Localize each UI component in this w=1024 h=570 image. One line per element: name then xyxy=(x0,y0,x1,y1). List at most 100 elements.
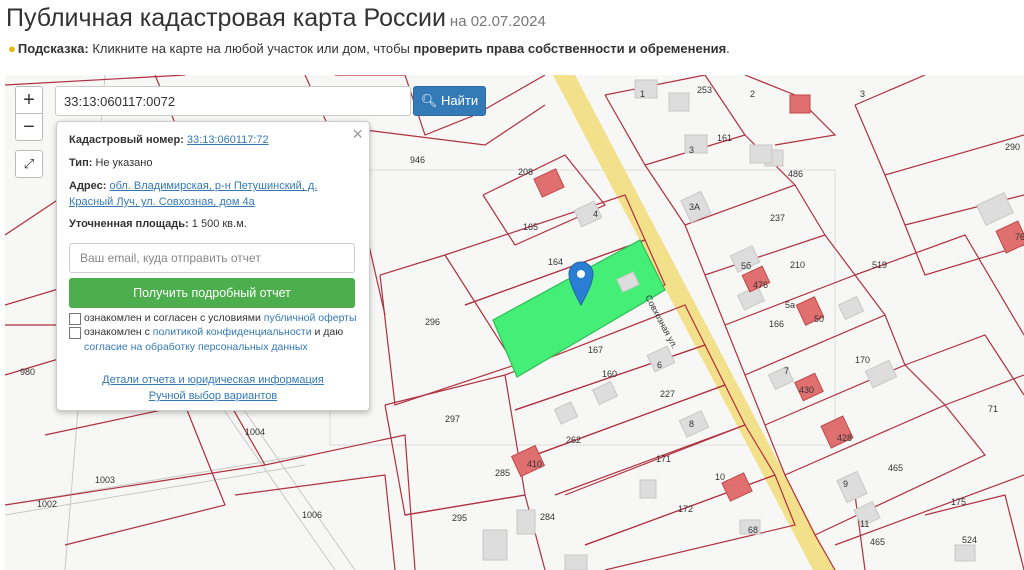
parcel-number-label: 6 xyxy=(657,360,662,370)
area-label: Уточненная площадь: xyxy=(69,218,189,230)
parcel-number-label: 10 xyxy=(715,472,725,482)
search-button[interactable]: 🔍︎ Найти xyxy=(413,86,486,116)
manual-row: Ручной выбор вариантов xyxy=(57,390,369,402)
offer-checkbox[interactable] xyxy=(69,313,81,325)
parcel-number-label: 5а xyxy=(785,300,795,310)
details-link[interactable]: Детали отчета и юридическая информация xyxy=(102,374,324,386)
consent-privacy: ознакомлен с политикой конфиденциальност… xyxy=(84,326,343,338)
parcel-number-label: 476 xyxy=(753,280,768,290)
parcel-number-label: 284 xyxy=(540,512,555,522)
cadastral-label: Кадастровый номер: xyxy=(69,134,184,146)
details-row: Детали отчета и юридическая информация xyxy=(57,374,369,386)
address-row-2: Красный Луч, ул. Совхозная, дом 4а xyxy=(69,196,255,208)
parcel-number-label: 519 xyxy=(872,260,887,270)
parcel-number-label: 3 xyxy=(860,89,865,99)
parcel-number-label: 208 xyxy=(518,167,533,177)
parcel-number-label: 170 xyxy=(855,355,870,365)
hint-bold: проверить права собственности и обремене… xyxy=(413,41,727,56)
area-row: Уточненная площадь: 1 500 кв.м. xyxy=(69,218,247,230)
parcel-number-label: 980 xyxy=(20,367,35,377)
zoom-out-button[interactable]: − xyxy=(15,113,43,141)
parcel-number-label: 430 xyxy=(799,385,814,395)
personal-data-consent-link[interactable]: согласие на обработку персональных данны… xyxy=(84,341,308,353)
close-icon[interactable]: × xyxy=(352,124,363,145)
parcel-number-label: 297 xyxy=(445,414,460,424)
cadastral-search-input[interactable] xyxy=(55,86,411,116)
zoom-in-button[interactable]: + xyxy=(15,86,43,114)
parcel-number-label: 465 xyxy=(870,537,885,547)
cadastral-row: Кадастровый номер: 33:13:060117:72 xyxy=(69,134,269,146)
consent-privacy-tail: и даю xyxy=(311,326,344,338)
page-title-text: Публичная кадастровая карта России xyxy=(6,4,446,32)
parcel-number-label: 3 xyxy=(689,145,694,155)
parcel-number-label: 290 xyxy=(1005,142,1020,152)
parcel-number-label: 11 xyxy=(860,519,869,529)
hint-text: Кликните на карте на любой участок или д… xyxy=(88,41,414,56)
parcel-number-label: 9 xyxy=(843,479,848,489)
parcel-number-label: 1004 xyxy=(245,427,265,437)
consent-offer-text: ознакомлен и согласен с условиями xyxy=(84,312,264,324)
consent-offer: ознакомлен и согласен с условиями публич… xyxy=(84,312,357,324)
parcel-number-label: 295 xyxy=(452,513,467,523)
type-value: Не указано xyxy=(95,157,153,169)
consent-privacy-2: согласие на обработку персональных данны… xyxy=(84,341,308,353)
parcel-number-label: 171 xyxy=(656,454,671,464)
parcel-number-label: 2 xyxy=(750,89,755,99)
parcel-number-label: 167 xyxy=(588,345,603,355)
address-link-line1[interactable]: обл. Владимирская, р-н Петушинский, д. xyxy=(109,180,317,192)
get-report-button[interactable]: Получить подробный отчет xyxy=(69,278,355,308)
parcel-number-label: 253 xyxy=(697,85,712,95)
parcel-number-label: 8 xyxy=(689,419,694,429)
parcel-number-label: 486 xyxy=(788,169,803,179)
parcel-number-label: 465 xyxy=(888,463,903,473)
parcel-number-label: 227 xyxy=(660,389,675,399)
parcel-number-label: 1003 xyxy=(95,475,115,485)
type-label: Тип: xyxy=(69,157,93,169)
manual-selection-link[interactable]: Ручной выбор вариантов xyxy=(149,390,277,402)
area-value: 1 500 кв.м. xyxy=(191,218,247,230)
parcel-number-label: 946 xyxy=(410,155,425,165)
hint-end: . xyxy=(726,41,730,56)
parcel-number-label: 1002 xyxy=(37,499,57,509)
hint-label: Подсказка: xyxy=(17,41,89,56)
privacy-policy-link[interactable]: политикой конфиденциальности xyxy=(153,326,312,338)
parcel-number-label: 71 xyxy=(988,404,998,414)
parcel-number-label: 165 xyxy=(523,222,538,232)
lightbulb-icon: ● xyxy=(8,41,16,56)
parcel-number-label: 1 xyxy=(640,89,645,99)
parcel-number-label: 4 xyxy=(593,209,598,219)
fullscreen-icon[interactable]: ⤢ xyxy=(15,150,43,178)
parcel-number-label: 50 xyxy=(814,314,824,324)
parcel-number-label: 175 xyxy=(951,497,966,507)
cadastral-link[interactable]: 33:13:060117:72 xyxy=(187,134,269,146)
parcel-number-label: 237 xyxy=(770,213,785,223)
parcel-number-label: 7 xyxy=(784,366,789,376)
parcel-number-label: 262 xyxy=(566,435,581,445)
address-link-line2[interactable]: Красный Луч, ул. Совхозная, дом 4а xyxy=(69,196,255,208)
search-button-label: Найти xyxy=(441,93,479,108)
parcel-number-label: 761 xyxy=(1015,232,1024,242)
parcel-number-label: 166 xyxy=(769,319,784,329)
email-field[interactable] xyxy=(69,243,355,273)
cadastral-map[interactable]: Совхозная ул. 946 208 165 164 296 167 160 297 26… xyxy=(5,75,1024,570)
parcel-number-label: 68 xyxy=(748,525,758,535)
parcel-number-label: 164 xyxy=(548,257,563,267)
address-row: Адрес: обл. Владимирская, р-н Петушински… xyxy=(69,180,317,192)
parcel-number-label: 210 xyxy=(790,260,805,270)
page-title-date: на 02.07.2024 xyxy=(449,13,546,30)
parcel-number-label: 524 xyxy=(962,535,977,545)
hint-bar: ● Подсказка: Кликните на карте на любой у… xyxy=(8,41,730,56)
parcel-number-label: 285 xyxy=(495,468,510,478)
parcel-number-label: 172 xyxy=(678,504,693,514)
parcel-number-label: 296 xyxy=(425,317,440,327)
consent-privacy-text: ознакомлен с xyxy=(84,326,153,338)
parcel-number-label: 160 xyxy=(602,369,617,379)
type-row: Тип: Не указано xyxy=(69,157,152,169)
parcel-number-label: 1006 xyxy=(302,510,322,520)
parcel-info-popup: × Кадастровый номер: 33:13:060117:72 Тип… xyxy=(56,121,370,411)
public-offer-link[interactable]: публичной оферты xyxy=(264,312,357,324)
search-icon: 🔍︎ xyxy=(420,93,438,108)
address-label: Адрес: xyxy=(69,180,107,192)
parcel-number-label: 428 xyxy=(837,433,852,443)
privacy-checkbox[interactable] xyxy=(69,327,81,339)
